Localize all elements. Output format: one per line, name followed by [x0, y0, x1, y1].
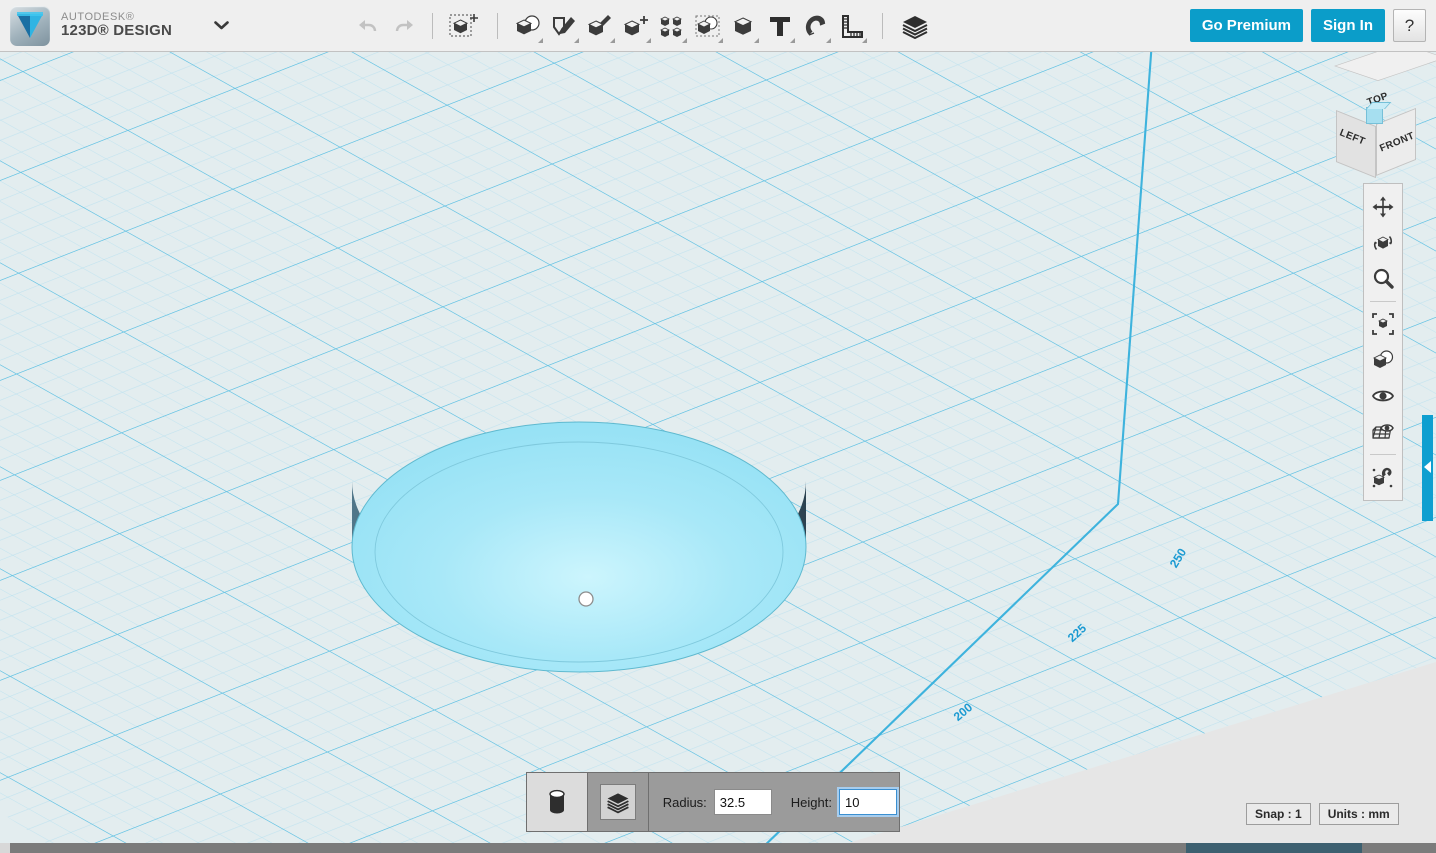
- materials-tool[interactable]: [895, 9, 935, 43]
- toolbar-divider-3: [882, 13, 883, 39]
- workplane-3d-scene[interactable]: [0, 52, 1436, 853]
- autodesk-logo-icon[interactable]: [10, 6, 50, 46]
- scrollbar-right-thumb[interactable]: [1186, 843, 1362, 853]
- viewport-canvas[interactable]: 250 225 200 175 TOP LEFT FRONT: [0, 52, 1436, 853]
- transform-tool[interactable]: [445, 9, 485, 43]
- units-status-chip[interactable]: Units : mm: [1319, 803, 1399, 825]
- redo-button[interactable]: [386, 9, 420, 43]
- brand-logo-group[interactable]: AUTODESK® 123D® DESIGN: [0, 6, 232, 46]
- undo-button[interactable]: [352, 9, 386, 43]
- radius-input[interactable]: [714, 789, 772, 815]
- fit-view-tool[interactable]: [1366, 307, 1400, 341]
- construct-tool[interactable]: [582, 7, 618, 45]
- grid-settings-tool[interactable]: [1366, 415, 1400, 449]
- cylinder-object: [352, 422, 806, 672]
- rail-divider-1: [1370, 301, 1396, 302]
- parameter-fields: Radius: Height:: [649, 773, 899, 831]
- status-bar: Snap : 1 Units : mm: [1246, 803, 1399, 825]
- help-button[interactable]: ?: [1393, 9, 1426, 42]
- zoom-tool[interactable]: [1366, 262, 1400, 296]
- height-input[interactable]: [839, 789, 897, 815]
- measure-tool[interactable]: [834, 7, 870, 45]
- snap-status-chip[interactable]: Snap : 1: [1246, 803, 1311, 825]
- cylinder-icon: [547, 789, 567, 815]
- scrollbar-left-thumb[interactable]: [0, 843, 10, 853]
- grouping-tool[interactable]: [690, 7, 726, 45]
- toolbar-divider-2: [497, 13, 498, 39]
- top-toolbar: AUTODESK® 123D® DESIGN: [0, 0, 1436, 52]
- radius-label: Radius:: [663, 795, 707, 810]
- modify-tool[interactable]: [618, 7, 654, 45]
- navigation-toolbar: [1363, 183, 1403, 501]
- visibility-tool[interactable]: [1366, 379, 1400, 413]
- primitives-tool[interactable]: [510, 7, 546, 45]
- shape-parameter-panel: Radius: Height:: [526, 772, 900, 832]
- right-panel-expander[interactable]: [1422, 415, 1433, 521]
- text-tool[interactable]: [762, 7, 798, 45]
- home-cube-icon[interactable]: [1366, 107, 1383, 124]
- view-cube[interactable]: TOP LEFT FRONT: [1328, 66, 1420, 166]
- bottom-scrollbar[interactable]: [0, 843, 1436, 853]
- pan-tool[interactable]: [1366, 190, 1400, 224]
- orbit-tool[interactable]: [1366, 226, 1400, 260]
- brand-product: 123D® DESIGN: [61, 23, 172, 39]
- center-point-handle: [579, 592, 593, 606]
- cylinder-shape-button[interactable]: [527, 773, 587, 831]
- chevron-left-icon: [1424, 461, 1431, 473]
- combine-tool[interactable]: [726, 7, 762, 45]
- app-root: AUTODESK® 123D® DESIGN: [0, 0, 1436, 853]
- material-button[interactable]: [588, 773, 648, 831]
- pattern-tool[interactable]: [654, 7, 690, 45]
- snap-tool[interactable]: [798, 7, 834, 45]
- sign-in-button[interactable]: Sign In: [1311, 9, 1385, 42]
- height-label: Height:: [791, 795, 832, 810]
- go-premium-button[interactable]: Go Premium: [1190, 9, 1303, 42]
- toolbar-divider: [432, 13, 433, 39]
- rail-divider-2: [1370, 454, 1396, 455]
- brand-text: AUTODESK® 123D® DESIGN: [61, 12, 172, 39]
- chevron-down-icon[interactable]: [210, 15, 232, 37]
- header-actions: Go Premium Sign In ?: [1190, 9, 1436, 42]
- sketch-tool[interactable]: [546, 7, 582, 45]
- snap-settings-tool[interactable]: [1366, 460, 1400, 494]
- layers-stack-icon: [605, 790, 631, 814]
- shading-tool[interactable]: [1366, 343, 1400, 377]
